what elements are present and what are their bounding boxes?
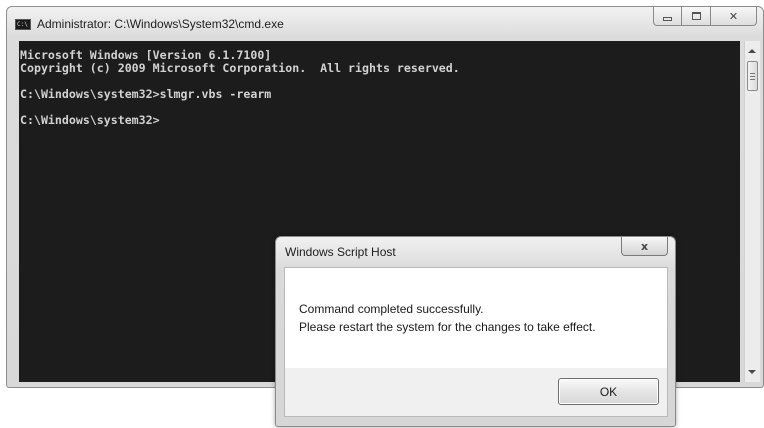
- console-prompt: C:\Windows\system32>: [20, 113, 160, 127]
- close-button[interactable]: ✕: [711, 7, 757, 26]
- ok-button[interactable]: OK: [558, 378, 659, 405]
- minimize-button[interactable]: [653, 7, 682, 26]
- dialog-close-button[interactable]: x: [621, 237, 668, 256]
- cmd-titlebar[interactable]: C:\ Administrator: C:\Windows\System32\c…: [7, 7, 763, 39]
- scroll-thumb[interactable]: [747, 61, 758, 91]
- console-line: Copyright (c) 2009 Microsoft Corporation…: [20, 61, 460, 75]
- caption-buttons: ✕: [653, 7, 757, 29]
- scroll-up-arrow-icon[interactable]: [748, 49, 756, 53]
- dialog-message-line: Command completed successfully.: [299, 302, 484, 316]
- maximize-icon: [691, 12, 701, 20]
- console-line: C:\Windows\system32>slmgr.vbs -rearm: [20, 87, 272, 101]
- dialog-message-area: Command completed successfully. Please r…: [285, 268, 667, 368]
- cmd-console-icon[interactable]: C:\: [15, 19, 31, 30]
- scroll-down-arrow-icon[interactable]: [748, 370, 756, 374]
- message-dialog: Windows Script Host x Command completed …: [275, 236, 676, 427]
- close-icon: ✕: [728, 9, 739, 23]
- dialog-message-line: Please restart the system for the change…: [299, 320, 596, 334]
- dialog-title: Windows Script Host: [285, 245, 396, 259]
- thumb-grip-icon: [750, 76, 755, 77]
- maximize-button[interactable]: [682, 7, 711, 26]
- cmd-window-title: Administrator: C:\Windows\System32\cmd.e…: [37, 17, 284, 31]
- minimize-icon: [663, 17, 672, 21]
- thumb-grip-icon: [750, 79, 755, 80]
- vertical-scrollbar[interactable]: [744, 41, 760, 382]
- thumb-grip-icon: [750, 73, 755, 74]
- close-icon: x: [640, 239, 649, 253]
- dialog-content: Command completed successfully. Please r…: [284, 267, 668, 417]
